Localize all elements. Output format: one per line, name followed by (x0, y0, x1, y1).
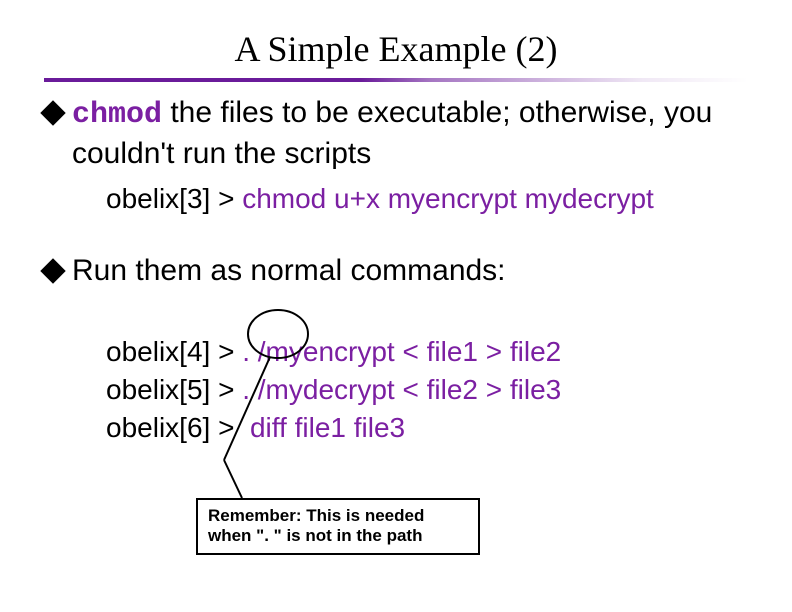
callout-line1: Remember: This is needed (208, 506, 468, 526)
bullet2-text: them as normal commands: (127, 254, 505, 287)
bullet1-text: the files to be executable; otherwise, y… (72, 96, 712, 170)
code-block-2: obelix[4] > . /myencrypt < file1 > file2… (106, 295, 748, 446)
callout-box: Remember: This is needed when ". " is no… (196, 498, 480, 555)
slide-title: A Simple Example (2) (0, 28, 792, 70)
callout-line2: when ". " is not in the path (208, 526, 468, 546)
keyword-run: Run (72, 254, 127, 287)
prompt-6: obelix[6] > (106, 412, 242, 443)
bullet-run: Run them as normal commands: (44, 252, 748, 290)
cmd-myencrypt: . /myencrypt < file1 > file2 (242, 336, 561, 367)
title-underline (44, 78, 748, 82)
prompt-3: obelix[3] > (106, 183, 242, 214)
code-block-1: obelix[3] > chmod u+x myencrypt mydecryp… (106, 180, 748, 218)
cmd-chmod: chmod u+x myencrypt mydecrypt (242, 183, 654, 214)
slide: A Simple Example (2) chmod the files to … (0, 0, 792, 612)
bullet-chmod: chmod the files to be executable; otherw… (44, 94, 748, 172)
diamond-icon (40, 258, 65, 283)
cmd-diff: diff file1 file3 (242, 412, 405, 443)
keyword-chmod: chmod (72, 98, 162, 132)
prompt-4: obelix[4] > (106, 336, 242, 367)
slide-body: chmod the files to be executable; otherw… (44, 94, 748, 446)
diamond-icon (40, 100, 65, 125)
prompt-5: obelix[5] > (106, 374, 242, 405)
cmd-mydecrypt: . /mydecrypt < file2 > file3 (242, 374, 561, 405)
